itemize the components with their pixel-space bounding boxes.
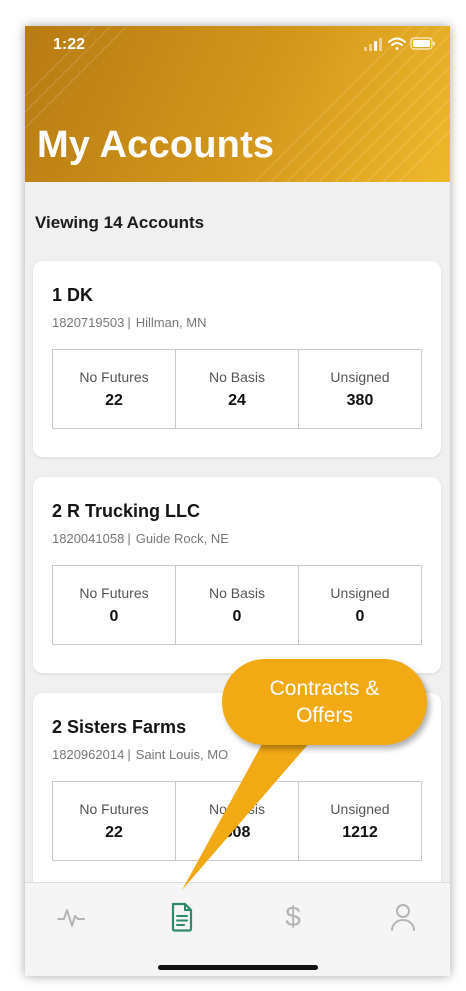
separator: |: [127, 747, 131, 762]
separator: |: [127, 315, 131, 330]
wifi-icon: [388, 37, 406, 50]
tab-dollar[interactable]: $: [273, 899, 313, 935]
stat-label: Unsigned: [330, 585, 390, 601]
stat-no-futures[interactable]: No Futures 22: [53, 782, 176, 860]
account-name: 1 DK: [52, 285, 94, 305]
stat-no-futures[interactable]: No Futures 0: [53, 566, 176, 644]
stat-value: 0: [109, 608, 119, 625]
account-stats: No Futures 22 No Basis 508 Unsigned 1212: [52, 781, 422, 861]
stat-label: Unsigned: [330, 801, 390, 817]
account-number: 1820041058: [52, 531, 125, 546]
stat-value: 380: [346, 392, 374, 409]
signal-icon: [364, 38, 382, 51]
account-meta: 1820041058 | Guide Rock, NE: [52, 531, 229, 546]
status-time: 1:22: [53, 36, 86, 53]
viewing-count: Viewing 14 Accounts: [35, 213, 205, 232]
tab-bar: $: [25, 882, 450, 976]
callout-bubble: Contracts & Offers: [222, 659, 427, 745]
activity-icon: [57, 909, 85, 927]
tab-contracts[interactable]: [162, 899, 202, 935]
stat-unsigned[interactable]: Unsigned 380: [299, 350, 421, 428]
account-meta: 1820962014 | Saint Louis, MO: [52, 747, 228, 762]
document-icon: [171, 902, 193, 932]
stat-value: 0: [232, 608, 242, 625]
stat-label: No Futures: [79, 369, 149, 385]
stat-value: 0: [355, 608, 365, 625]
account-number: 1820719503: [52, 315, 125, 330]
battery-icon: [410, 37, 435, 50]
stat-value: 22: [105, 392, 123, 409]
stat-label: No Futures: [79, 585, 149, 601]
page-title: My Accounts: [37, 124, 275, 166]
dollar-icon: $: [285, 901, 301, 932]
account-stats: No Futures 0 No Basis 0 Unsigned 0: [52, 565, 422, 645]
profile-icon: [391, 904, 415, 931]
phone-screen: 1:22 My Accounts Viewing 14 Accounts 1 D…: [25, 26, 450, 976]
callout-text: Contracts & Offers: [269, 677, 380, 727]
separator: |: [127, 531, 131, 546]
account-card[interactable]: 2 R Trucking LLC 1820041058 | Guide Rock, …: [33, 477, 441, 673]
stat-no-basis[interactable]: No Basis 0: [176, 566, 299, 644]
status-icons: [364, 37, 435, 51]
account-card[interactable]: 1 DK 1820719503 | Hillman, MN No Futures 2…: [33, 261, 441, 457]
account-name: 2 Sisters Farms: [52, 717, 187, 737]
stat-label: No Basis: [208, 369, 266, 385]
tab-activity[interactable]: [51, 899, 91, 935]
stat-value: 508: [223, 824, 251, 841]
stat-label: No Basis: [208, 585, 266, 601]
header: 1:22 My Accounts: [25, 26, 450, 182]
account-location: Saint Louis, MO: [135, 747, 229, 762]
account-location: Hillman, MN: [135, 315, 207, 330]
account-name: 2 R Trucking LLC: [52, 501, 201, 521]
stat-label: No Basis: [208, 801, 266, 817]
stat-no-basis[interactable]: No Basis 508: [176, 782, 299, 860]
stat-label: No Futures: [79, 801, 149, 817]
stat-unsigned[interactable]: Unsigned 1212: [299, 782, 421, 860]
stat-value: 22: [105, 824, 123, 841]
stat-unsigned[interactable]: Unsigned 0: [299, 566, 421, 644]
stat-label: Unsigned: [330, 369, 390, 385]
account-number: 1820962014: [52, 747, 125, 762]
account-stats: No Futures 22 No Basis 24 Unsigned 380: [52, 349, 422, 429]
account-meta: 1820719503 | Hillman, MN: [52, 315, 207, 330]
stat-value: 24: [228, 392, 246, 409]
stat-value: 1212: [342, 824, 378, 841]
home-indicator: [158, 965, 318, 970]
tab-profile[interactable]: [383, 899, 423, 935]
stat-no-basis[interactable]: No Basis 24: [176, 350, 299, 428]
stat-no-futures[interactable]: No Futures 22: [53, 350, 176, 428]
account-location: Guide Rock, NE: [135, 531, 229, 546]
